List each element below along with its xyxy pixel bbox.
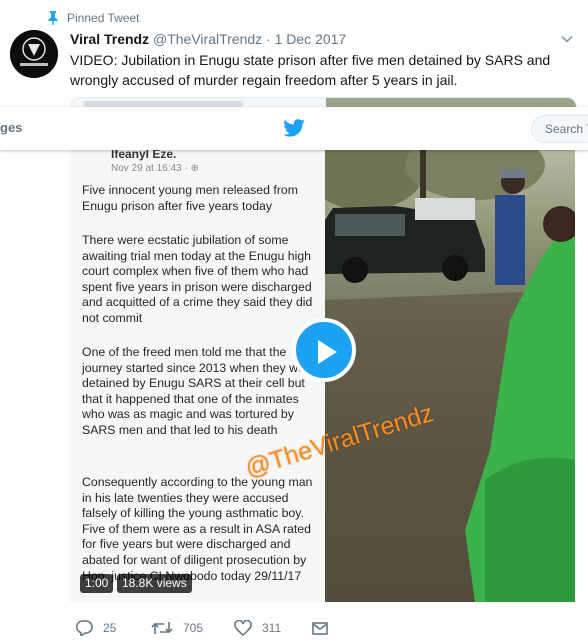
chevron-down-icon[interactable] bbox=[560, 32, 574, 46]
like-button[interactable]: 311 bbox=[234, 617, 281, 639]
like-count: 311 bbox=[262, 621, 282, 635]
pin-icon bbox=[48, 11, 58, 25]
heart-icon bbox=[234, 620, 252, 636]
reply-count: 25 bbox=[103, 621, 117, 635]
author-name[interactable]: Viral Trendz bbox=[70, 31, 149, 47]
tweet-text: VIDEO: Jubilation in Enugu state prison … bbox=[70, 52, 551, 88]
top-navigation-bar: ges Search T bbox=[0, 107, 588, 150]
doc-paragraph: There were ecstatic jubilation of some a… bbox=[82, 233, 313, 325]
search-input[interactable]: Search T bbox=[531, 115, 588, 143]
doc-paragraph: One of the freed men told me that the jo… bbox=[82, 345, 316, 437]
doc-timestamp: Nov 29 at 16:43 · ⊕ bbox=[111, 163, 199, 174]
scene-illustration bbox=[325, 150, 575, 602]
video-duration: 1:00 bbox=[80, 574, 114, 593]
play-button[interactable] bbox=[292, 318, 356, 382]
avatar[interactable] bbox=[10, 30, 58, 78]
pinned-label: Pinned Tweet bbox=[67, 11, 140, 25]
tweet-header: Viral Trendz @TheViralTrendz · 1 Dec 201… bbox=[70, 30, 346, 48]
video-views: 18.8K views bbox=[117, 574, 192, 593]
viral-trendz-logo-icon bbox=[10, 30, 58, 78]
retweet-count: 705 bbox=[183, 621, 204, 635]
play-icon bbox=[318, 340, 337, 364]
video-player[interactable]: Ifeanyl Eze. Nov 29 at 16:43 · ⊕ Five in… bbox=[70, 150, 575, 602]
separator-dot: · bbox=[266, 31, 271, 47]
reply-icon bbox=[75, 620, 93, 636]
retweet-icon bbox=[151, 622, 173, 634]
doc-paragraph: Five innocent young men released from En… bbox=[82, 183, 298, 213]
tweet-date[interactable]: 1 Dec 2017 bbox=[275, 31, 347, 47]
nav-messages-link[interactable]: ges bbox=[0, 120, 22, 135]
retweet-button[interactable]: 705 bbox=[151, 617, 203, 639]
video-screenshot-document: Ifeanyl Eze. Nov 29 at 16:43 · ⊕ Five in… bbox=[70, 150, 325, 602]
doc-author: Ifeanyl Eze. bbox=[111, 150, 177, 161]
envelope-icon bbox=[312, 622, 328, 635]
reply-button[interactable]: 25 bbox=[75, 617, 116, 639]
direct-message-button[interactable] bbox=[312, 617, 338, 639]
video-scene-photo bbox=[325, 150, 575, 602]
tweet-actions: 25 705 311 bbox=[70, 617, 370, 639]
doc-paragraph: Consequently according to the young man … bbox=[82, 475, 313, 583]
author-handle[interactable]: @TheViralTrendz bbox=[153, 31, 262, 47]
twitter-bird-icon[interactable] bbox=[283, 119, 305, 137]
pinned-tweet-header: Pinned Tweet bbox=[47, 10, 140, 26]
